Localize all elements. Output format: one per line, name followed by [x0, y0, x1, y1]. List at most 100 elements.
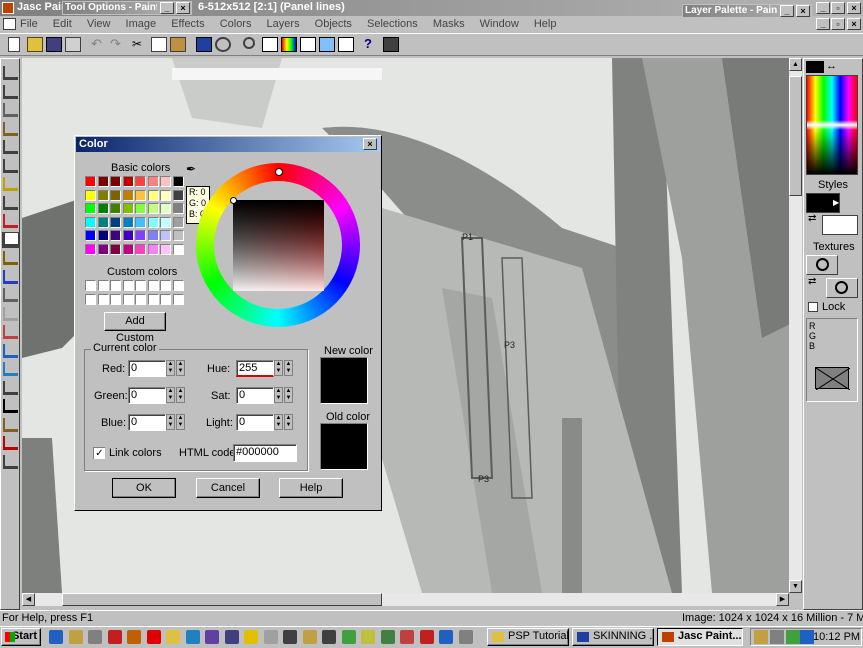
basic-color-swatch[interactable] [160, 216, 171, 228]
basic-color-swatch[interactable] [147, 176, 159, 187]
custom-color-swatch[interactable] [122, 293, 134, 305]
custom-color-swatch[interactable] [97, 293, 109, 305]
basic-color-swatch[interactable] [147, 243, 159, 255]
doc-close-button[interactable]: × [847, 18, 861, 30]
custom-color-swatch[interactable] [147, 280, 159, 291]
toolbar-icon[interactable] [262, 37, 278, 52]
start-button[interactable]: Start [1, 628, 41, 646]
basic-color-swatch[interactable] [172, 216, 184, 228]
menu-objects[interactable]: Objects [315, 18, 352, 30]
basic-color-swatch[interactable] [147, 203, 159, 214]
basic-color-swatch[interactable] [85, 216, 96, 228]
vertical-scrollbar[interactable]: ▲ ▼ [789, 58, 802, 593]
arrow-tool-icon[interactable] [3, 66, 18, 80]
green-spinner-2[interactable]: ▲ ▼ [176, 387, 185, 403]
tool-options-title-bar[interactable]: Tool Options - Paint _ × [62, 1, 192, 15]
tray-network-icon[interactable] [786, 630, 800, 644]
custom-color-swatch[interactable] [85, 280, 96, 291]
app-maximize-button[interactable]: ▫ [831, 2, 845, 14]
task-jasc-paint[interactable]: Jasc Paint... [657, 628, 743, 646]
green-field[interactable]: 0 [128, 387, 166, 404]
custom-color-swatch[interactable] [135, 280, 146, 291]
task-skinning[interactable]: SKINNING ... [572, 628, 654, 646]
quick-launch-icon[interactable] [88, 630, 102, 644]
clone-brush-icon[interactable] [3, 251, 18, 265]
lock-checkbox[interactable] [808, 302, 818, 312]
color-dialog-close-button[interactable]: × [363, 138, 377, 150]
basic-color-swatch[interactable] [160, 203, 171, 214]
app-minimize-button[interactable]: _ [816, 2, 830, 14]
histogram-icon[interactable] [300, 37, 316, 52]
palette-icon[interactable] [281, 37, 297, 52]
selection-tool-icon[interactable] [3, 158, 18, 173]
quick-launch-icon[interactable] [458, 630, 473, 644]
custom-color-swatch[interactable] [160, 293, 171, 305]
scroll-left-button[interactable]: ◀ [22, 593, 35, 606]
hue-spinner[interactable]: ▲ ▼ [274, 360, 283, 376]
basic-color-swatch[interactable] [110, 203, 121, 214]
menu-file[interactable]: File [20, 18, 38, 30]
paintbrush-tool-icon[interactable] [2, 231, 19, 248]
task-psp-tutorial[interactable]: PSP Tutorial [487, 628, 569, 646]
save-icon[interactable] [46, 37, 62, 52]
old-color-swatch[interactable] [320, 423, 368, 470]
basic-color-swatch[interactable] [172, 230, 184, 241]
active-color-swatch[interactable] [806, 61, 824, 73]
basic-color-swatch[interactable] [135, 216, 146, 228]
quick-launch-icon[interactable] [224, 630, 239, 644]
swap-styles-icon[interactable]: ⇄ [808, 213, 816, 224]
basic-color-swatch[interactable] [172, 203, 184, 214]
light-spinner[interactable]: ▲ ▼ [274, 414, 283, 430]
saturation-lightness-square[interactable] [233, 200, 324, 291]
vertical-scroll-thumb[interactable] [789, 76, 802, 196]
link-colors-checkbox[interactable]: ✓ [93, 447, 105, 459]
red-spinner-2[interactable]: ▲ ▼ [176, 360, 185, 376]
quick-launch-icon[interactable] [49, 630, 63, 644]
menu-image[interactable]: Image [126, 18, 157, 30]
basic-color-swatch[interactable] [135, 230, 146, 241]
color-replacer-icon[interactable] [3, 269, 18, 284]
quick-launch-icon[interactable] [68, 630, 83, 644]
menu-window[interactable]: Window [480, 18, 519, 30]
ok-button[interactable]: OK [112, 478, 176, 498]
quick-launch-icon[interactable] [283, 630, 297, 644]
basic-color-swatch[interactable] [135, 203, 146, 214]
screen-icon[interactable] [196, 37, 212, 52]
basic-color-swatch[interactable] [135, 189, 146, 201]
basic-color-swatch[interactable] [122, 189, 134, 201]
horizontal-scroll-thumb[interactable] [62, 593, 382, 606]
blue-spinner-2[interactable]: ▲ ▼ [176, 414, 185, 430]
hue-field[interactable]: 255 [236, 360, 274, 377]
menu-edit[interactable]: Edit [53, 18, 72, 30]
zoom-tool-icon[interactable] [3, 84, 18, 99]
new-icon[interactable] [8, 37, 20, 52]
basic-color-swatch[interactable] [160, 243, 171, 255]
crop-tool-icon[interactable] [3, 121, 18, 136]
basic-color-swatch[interactable] [97, 176, 109, 187]
horizontal-scrollbar[interactable]: ◀ ▶ [22, 593, 789, 606]
picture-tube-icon[interactable] [3, 343, 18, 358]
cut-icon[interactable]: ✂ [132, 37, 148, 52]
custom-color-swatch[interactable] [110, 293, 121, 305]
quick-launch-icon[interactable] [107, 630, 122, 644]
custom-color-swatch[interactable] [147, 293, 159, 305]
quick-launch-icon[interactable] [166, 630, 180, 644]
custom-color-swatch[interactable] [122, 280, 134, 291]
custom-color-swatch[interactable] [135, 293, 146, 305]
magic-wand-icon[interactable] [3, 195, 18, 210]
print-icon[interactable] [65, 37, 81, 52]
basic-color-swatch[interactable] [85, 230, 96, 241]
basic-color-swatch[interactable] [122, 230, 134, 241]
red-field[interactable]: 0 [128, 360, 166, 377]
quick-launch-icon[interactable] [244, 630, 258, 644]
overview-icon[interactable] [338, 37, 354, 52]
tray-display-icon[interactable] [800, 630, 814, 644]
color-spectrum[interactable] [806, 75, 858, 175]
menu-colors[interactable]: Colors [220, 18, 252, 30]
custom-color-swatch[interactable] [85, 293, 96, 305]
basic-color-swatch[interactable] [85, 243, 96, 255]
tray-psp-icon[interactable] [754, 630, 768, 644]
basic-color-swatch[interactable] [97, 189, 109, 201]
light-field[interactable]: 0 [236, 414, 274, 431]
basic-color-swatch[interactable] [110, 243, 121, 255]
